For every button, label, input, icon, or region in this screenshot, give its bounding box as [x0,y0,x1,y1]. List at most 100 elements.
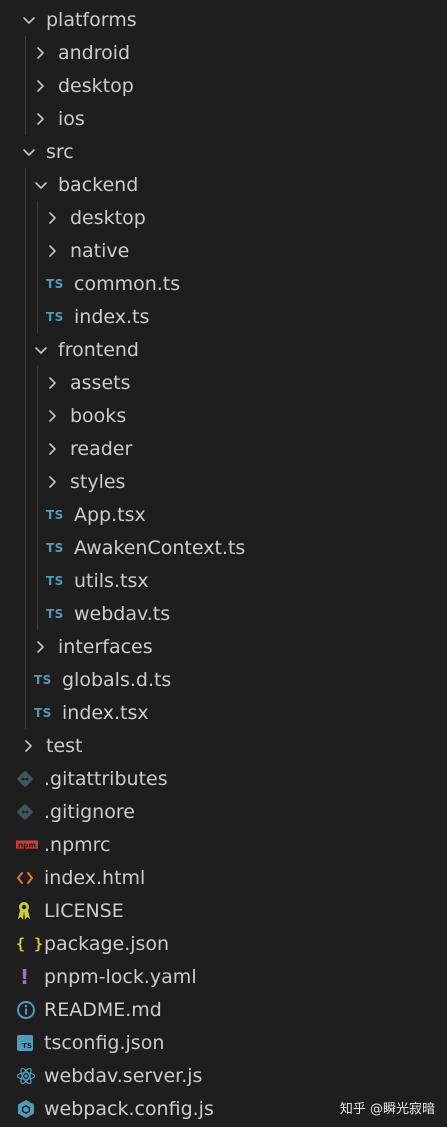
chevron-right-icon[interactable] [46,373,60,393]
indent-guide [37,564,38,597]
chevron-right-icon[interactable] [34,76,48,96]
indent-guide [25,399,26,432]
tree-item-label: desktop [58,74,134,97]
tree-item-label: reader [70,437,133,460]
tree-folder-test[interactable]: test [0,729,447,762]
indent-guide [25,36,26,69]
indent-guide [37,498,38,531]
tree-file-utils-tsx[interactable]: TS utils.tsx [0,564,447,597]
tree-item-label: interfaces [58,635,153,658]
tree-item-label: desktop [70,206,146,229]
indent-guide [37,234,38,267]
chevron-down-icon[interactable] [34,340,48,360]
tree-file-pnpm-lock-yaml[interactable]: ! pnpm-lock.yaml [0,960,447,993]
tree-folder-desktop[interactable]: desktop [0,201,447,234]
tree-file-index-ts[interactable]: TS index.ts [0,300,447,333]
tree-item-label: frontend [58,338,139,361]
chevron-right-icon[interactable] [34,637,48,657]
typescript-icon: TS [46,276,64,291]
webpack-icon [16,1099,38,1119]
chevron-right-icon[interactable] [46,439,60,459]
tree-file-app-tsx[interactable]: TS App.tsx [0,498,447,531]
file-explorer-tree: platforms android desktop ios src backend desk… [0,3,447,1125]
tree-file-globals-d-ts[interactable]: TS globals.d.ts [0,663,447,696]
tree-file-gitattributes[interactable]: .gitattributes [0,762,447,795]
indent-guide [37,201,38,234]
tree-file-webdav-ts[interactable]: TS webdav.ts [0,597,447,630]
watermark: 知乎 @瞬光寂暗 [339,1102,435,1117]
typescript-icon: TS [46,573,64,588]
tree-file-gitignore[interactable]: .gitignore [0,795,447,828]
tree-file-index-html[interactable]: index.html [0,861,447,894]
chevron-right-icon[interactable] [46,472,60,492]
indent-guide [25,696,26,729]
chevron-right-icon[interactable] [46,208,60,228]
tree-item-label: books [70,404,127,427]
indent-guide [37,531,38,564]
tree-file-package-json[interactable]: { } package.json [0,927,447,960]
tree-item-label: webdav.ts [74,602,171,625]
typescript-icon: TS [46,309,64,324]
indent-guide [37,267,38,300]
indent-guide [37,366,38,399]
tree-item-label: webpack.config.js [44,1097,214,1120]
indent-guide [25,531,26,564]
tree-folder-books[interactable]: books [0,399,447,432]
tree-folder-backend[interactable]: backend [0,168,447,201]
chevron-right-icon[interactable] [34,109,48,129]
indent-guide [25,234,26,267]
tree-folder-desktop[interactable]: desktop [0,69,447,102]
indent-guide [25,366,26,399]
tree-item-label: utils.tsx [74,569,149,592]
tree-folder-ios[interactable]: ios [0,102,447,135]
chevron-right-icon[interactable] [22,736,36,756]
indent-guide [25,630,26,663]
tree-file-webdav-server-js[interactable]: webdav.server.js [0,1059,447,1092]
indent-guide [25,102,26,135]
npm-icon: npm [16,835,38,855]
indent-guide [25,498,26,531]
indent-guide [37,465,38,498]
tree-folder-src[interactable]: src [0,135,447,168]
indent-guide [25,432,26,465]
chevron-down-icon[interactable] [22,142,36,162]
chevron-down-icon[interactable] [22,10,36,30]
tree-folder-styles[interactable]: styles [0,465,447,498]
tree-file-readme-md[interactable]: README.md [0,993,447,1026]
indent-guide [25,168,26,201]
indent-guide [37,597,38,630]
tree-folder-platforms[interactable]: platforms [0,3,447,36]
tree-item-label: tsconfig.json [44,1031,165,1054]
chevron-right-icon[interactable] [46,406,60,426]
tree-file-common-ts[interactable]: TS common.ts [0,267,447,300]
tree-file-awakencontext-ts[interactable]: TS AwakenContext.ts [0,531,447,564]
tree-file-index-tsx[interactable]: TS index.tsx [0,696,447,729]
tree-folder-frontend[interactable]: frontend [0,333,447,366]
tree-item-label: backend [58,173,139,196]
license-icon [16,901,38,921]
tree-folder-interfaces[interactable]: interfaces [0,630,447,663]
indent-guide [25,300,26,333]
tree-item-label: AwakenContext.ts [74,536,246,559]
chevron-right-icon[interactable] [46,241,60,261]
tree-folder-assets[interactable]: assets [0,366,447,399]
tree-file-tsconfig-json[interactable]: TS tsconfig.json [0,1026,447,1059]
chevron-right-icon[interactable] [34,43,48,63]
tree-file-license[interactable]: LICENSE [0,894,447,927]
chevron-down-icon[interactable] [34,175,48,195]
html-icon [16,868,38,888]
tree-folder-reader[interactable]: reader [0,432,447,465]
tree-item-label: pnpm-lock.yaml [44,965,197,988]
typescript-icon: TS [34,705,52,720]
tree-item-label: App.tsx [74,503,146,526]
indent-guide [25,333,26,366]
typescript-icon: TS [46,606,64,621]
tree-folder-native[interactable]: native [0,234,447,267]
svg-text:TS: TS [22,1042,32,1050]
tree-item-label: test [46,734,83,757]
tree-folder-android[interactable]: android [0,36,447,69]
tree-item-label: ios [58,107,85,130]
info-icon [16,1000,38,1020]
git-icon [16,769,38,789]
tree-file-npmrc[interactable]: npm .npmrc [0,828,447,861]
